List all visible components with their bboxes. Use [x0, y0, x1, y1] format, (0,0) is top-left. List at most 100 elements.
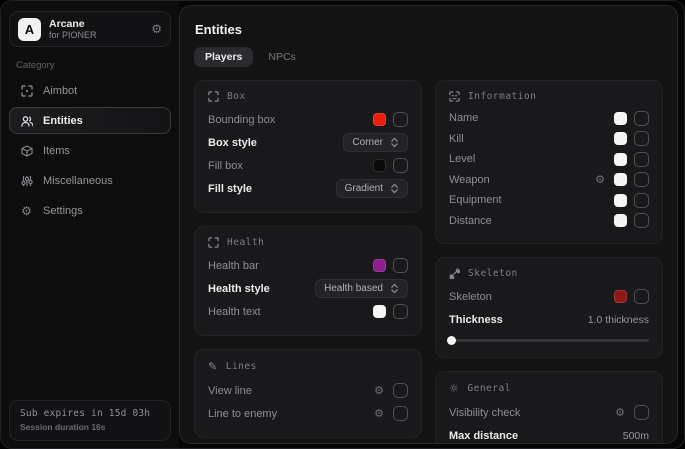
card-general: ☼ General Visibility check ⚙ Max distanc…	[435, 371, 663, 444]
color-swatch[interactable]	[373, 113, 386, 126]
gear-icon[interactable]: ⚙	[151, 22, 162, 36]
sidebar-item-miscellaneous[interactable]: Miscellaneous	[9, 167, 171, 194]
setting-row: Fill box	[208, 154, 408, 177]
setting-row: Fill style Gradient	[208, 177, 408, 200]
color-swatch[interactable]	[614, 173, 627, 186]
color-swatch[interactable]	[614, 112, 627, 125]
sidebar-item-items[interactable]: Items	[9, 137, 171, 164]
tab-players[interactable]: Players	[194, 47, 253, 67]
chevron-expand-icon	[390, 183, 399, 194]
setting-row: Distance	[449, 211, 649, 232]
card-header-label: General	[467, 383, 511, 394]
level-checkbox[interactable]	[634, 152, 649, 167]
sun-icon: ☼	[449, 382, 459, 395]
gear-icon: ⚙	[20, 204, 33, 218]
card-lines: ✎ Lines View line ⚙ Line to enemy ⚙	[194, 349, 422, 438]
gear-icon[interactable]: ⚙	[374, 384, 384, 397]
card-box: Box Bounding box Box style Corner	[194, 80, 422, 213]
pencil-icon: ✎	[208, 360, 218, 373]
setting-row: Skeleton	[449, 285, 649, 308]
health-text-checkbox[interactable]	[393, 304, 408, 319]
category-label: Category	[16, 60, 171, 71]
sidebar-item-label: Aimbot	[43, 85, 77, 97]
card-skeleton: Skeleton Skeleton Thickness 1.0 thicknes…	[435, 257, 663, 358]
app-logo: A	[18, 18, 41, 41]
setting-row: Line to enemy ⚙	[208, 402, 408, 425]
sidebar-nav: Aimbot Entities Items Miscellaneous ⚙ Se…	[9, 77, 171, 224]
color-swatch[interactable]	[614, 153, 627, 166]
gear-icon[interactable]: ⚙	[615, 406, 625, 419]
card-header-label: Health	[227, 237, 264, 248]
slider-thumb[interactable]	[447, 336, 456, 345]
color-swatch[interactable]	[614, 194, 627, 207]
name-checkbox[interactable]	[634, 111, 649, 126]
content-grid: Box Bounding box Box style Corner	[194, 80, 663, 444]
subscription-card: Sub expires in 15d 03h Session duration …	[9, 400, 171, 441]
bounding-box-checkbox[interactable]	[393, 112, 408, 127]
sidebar-item-label: Entities	[43, 115, 83, 127]
sliders-icon	[20, 175, 33, 187]
sidebar-item-settings[interactable]: ⚙ Settings	[9, 197, 171, 224]
setting-row: Weapon ⚙	[449, 170, 649, 191]
health-corners-icon	[208, 237, 219, 248]
setting-row: Thickness 1.0 thickness	[449, 309, 649, 331]
line-to-enemy-checkbox[interactable]	[393, 406, 408, 421]
card-header-label: Skeleton	[468, 268, 518, 279]
visibility-check-checkbox[interactable]	[634, 405, 649, 420]
cube-icon	[20, 145, 33, 157]
card-header-label: Information	[468, 91, 536, 102]
bone-icon	[449, 268, 460, 279]
brand-card: A Arcane for PIONER ⚙	[9, 11, 171, 47]
health-bar-checkbox[interactable]	[393, 258, 408, 273]
tab-bar: Players NPCs	[194, 47, 663, 67]
color-swatch[interactable]	[373, 159, 386, 172]
color-swatch[interactable]	[614, 214, 627, 227]
distance-checkbox[interactable]	[634, 213, 649, 228]
sidebar-item-aimbot[interactable]: Aimbot	[9, 77, 171, 104]
color-swatch[interactable]	[614, 132, 627, 145]
box-style-dropdown[interactable]: Corner	[343, 133, 408, 152]
card-header-label: Lines	[226, 361, 257, 372]
thickness-value: 1.0 thickness	[588, 314, 649, 326]
crosshair-icon	[20, 85, 33, 97]
color-swatch[interactable]	[614, 290, 627, 303]
setting-row: Health bar	[208, 254, 408, 277]
fill-box-checkbox[interactable]	[393, 158, 408, 173]
main-panel: Entities Players NPCs Box Bounding box	[179, 5, 678, 444]
weapon-checkbox[interactable]	[634, 172, 649, 187]
gear-icon[interactable]: ⚙	[374, 407, 384, 420]
fill-style-dropdown[interactable]: Gradient	[336, 179, 408, 198]
setting-row: Visibility check ⚙	[449, 401, 649, 424]
health-style-dropdown[interactable]: Health based	[315, 279, 408, 298]
skeleton-checkbox[interactable]	[634, 289, 649, 304]
color-swatch[interactable]	[373, 259, 386, 272]
setting-row: Box style Corner	[208, 131, 408, 154]
sidebar-item-label: Miscellaneous	[43, 175, 113, 187]
setting-row: Name	[449, 108, 649, 129]
scan-face-icon	[449, 91, 460, 102]
view-line-checkbox[interactable]	[393, 383, 408, 398]
page-title: Entities	[195, 22, 663, 37]
tab-npcs[interactable]: NPCs	[257, 47, 306, 67]
card-header-label: Box	[227, 91, 246, 102]
sidebar-item-label: Items	[43, 145, 70, 157]
setting-row: Equipment	[449, 190, 649, 211]
users-icon	[20, 115, 33, 127]
gear-icon[interactable]: ⚙	[595, 173, 605, 186]
color-swatch[interactable]	[373, 305, 386, 318]
setting-row: Bounding box	[208, 108, 408, 131]
app-title: Arcane	[49, 18, 143, 30]
session-duration-text: Session duration 16s	[20, 422, 160, 432]
sidebar: A Arcane for PIONER ⚙ Category Aimbot En…	[1, 1, 179, 448]
setting-row: View line ⚙	[208, 379, 408, 402]
sidebar-item-entities[interactable]: Entities	[9, 107, 171, 134]
thickness-slider[interactable]	[449, 335, 649, 345]
kill-checkbox[interactable]	[634, 131, 649, 146]
setting-row: Kill	[449, 129, 649, 150]
chevron-expand-icon	[390, 283, 399, 294]
equipment-checkbox[interactable]	[634, 193, 649, 208]
setting-row: Level	[449, 149, 649, 170]
setting-row: Max distance 500m	[449, 425, 649, 444]
sub-expiry-text: Sub expires in 15d 03h	[20, 408, 160, 419]
sidebar-item-label: Settings	[43, 205, 83, 217]
